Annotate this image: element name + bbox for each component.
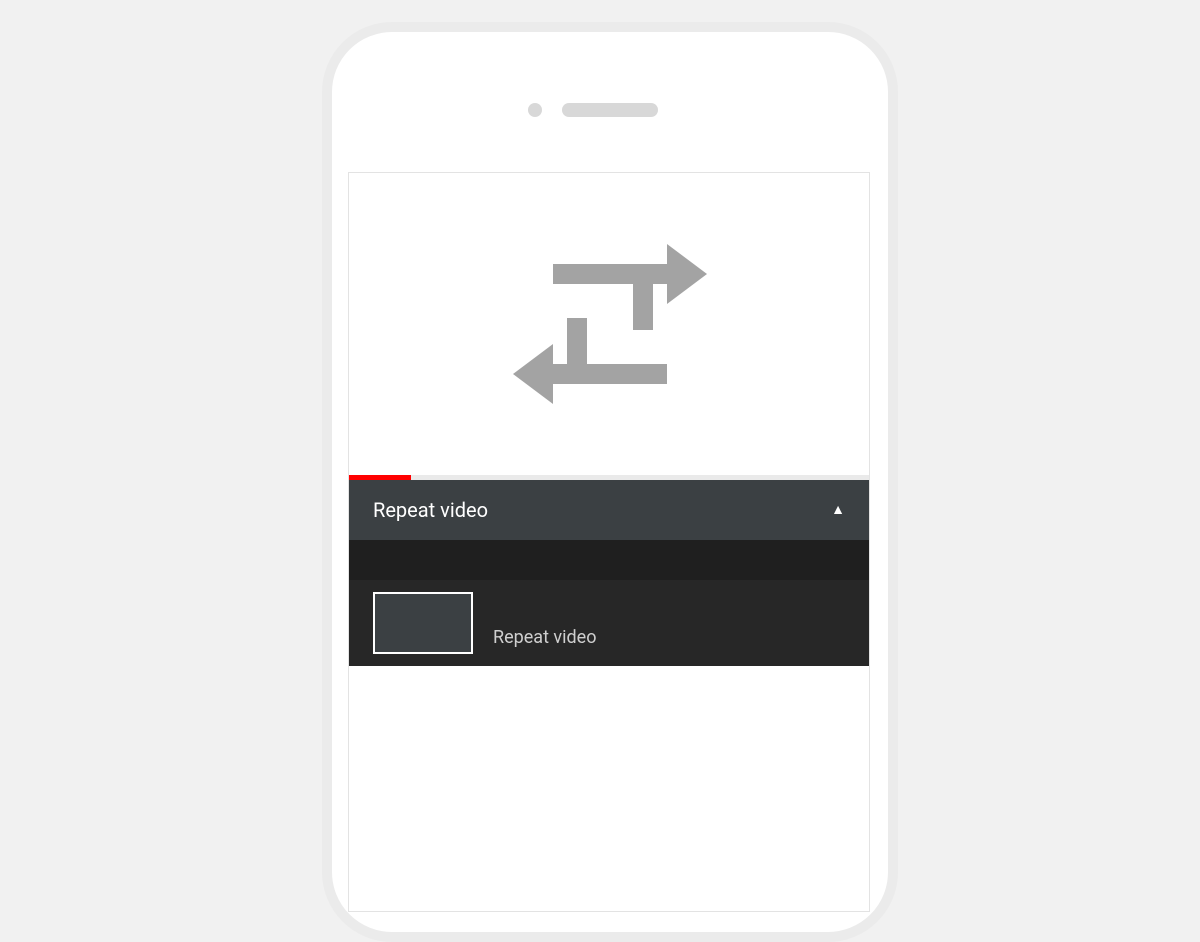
playlist-item-label: Repeat video [493, 627, 597, 648]
title-row-label: Repeat video [373, 498, 488, 522]
playlist-item[interactable]: Repeat video [349, 580, 869, 666]
phone-top-bezel [332, 32, 888, 172]
playlist-gap [349, 540, 869, 580]
repeat-loop-icon [499, 230, 719, 418]
camera-dot-icon [528, 103, 542, 117]
phone-screen: Repeat video ▲ Repeat video [348, 172, 870, 912]
collapse-caret-up-icon: ▲ [831, 503, 845, 517]
repeat-video-title-row[interactable]: Repeat video ▲ [349, 480, 869, 540]
playlist-item-thumbnail [373, 592, 473, 654]
video-player-area[interactable] [349, 173, 869, 475]
speaker-slot-icon [562, 103, 658, 117]
phone-device-frame: Repeat video ▲ Repeat video [322, 22, 898, 942]
